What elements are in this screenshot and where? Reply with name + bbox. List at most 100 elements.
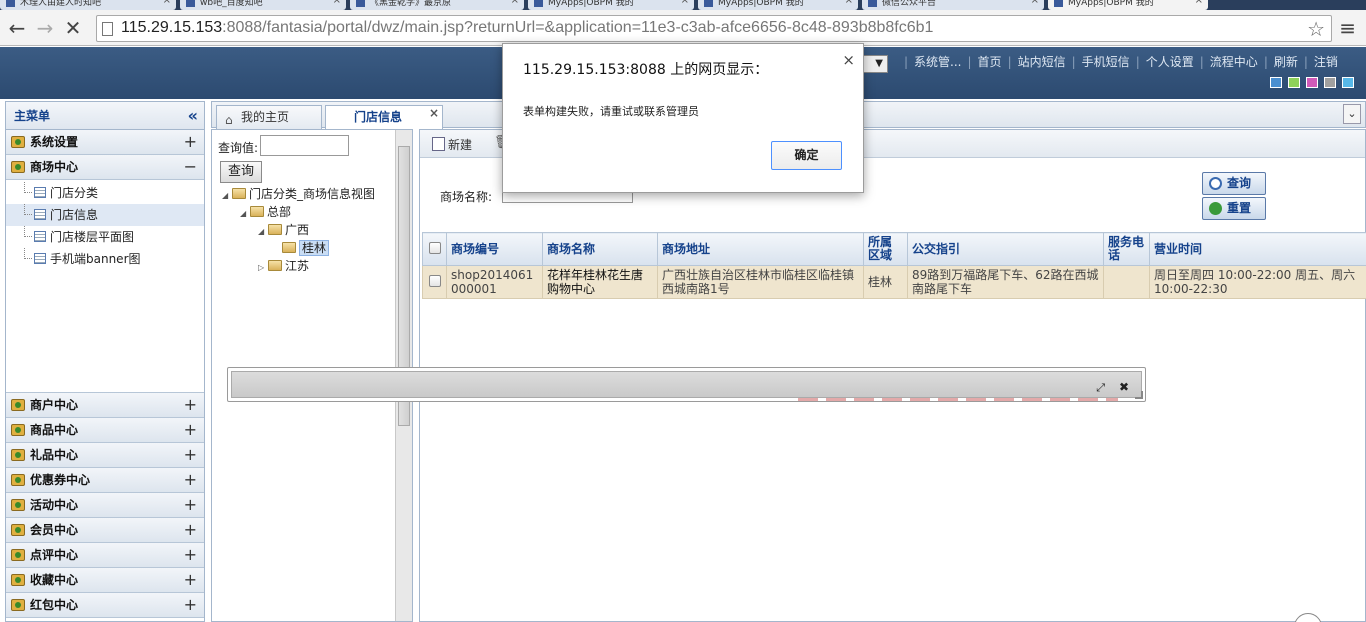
sidebar-subitem[interactable]: 手机端banner图 [6, 248, 204, 270]
stop-reload-icon[interactable]: ✕ [62, 17, 84, 39]
theme-swatch[interactable] [1270, 77, 1282, 88]
header-link[interactable]: 个人设置 [1146, 55, 1194, 69]
back-icon[interactable]: ← [6, 17, 28, 39]
sidebar-group[interactable]: 收藏中心 + [6, 568, 204, 593]
close-tab-icon[interactable]: × [1031, 0, 1039, 6]
tree-expander-icon[interactable]: ◢ [258, 223, 268, 241]
bookmark-star-icon[interactable]: ☆ [1307, 17, 1325, 41]
tab-home[interactable]: ⌂ 我的主页 [216, 105, 322, 129]
tree-expander-icon[interactable]: ◢ [240, 205, 250, 223]
address-bar[interactable]: 115.29.15.153:8088/fantasia/portal/dwz/m… [96, 15, 1332, 42]
expand-icon[interactable]: + [184, 568, 197, 592]
tree-query-input[interactable] [260, 135, 349, 156]
floating-dialog-bar[interactable]: ⤢ ✖ [227, 367, 1146, 402]
browser-tab[interactable]: 《黑金乾学》最京原 × [350, 0, 524, 10]
tab-store-info[interactable]: 门店信息 × [325, 105, 443, 129]
theme-swatch[interactable] [1342, 77, 1354, 88]
sidebar-subitem[interactable]: 门店楼层平面图 [6, 226, 204, 248]
col-header[interactable]: 商场地址 [657, 232, 864, 266]
theme-swatch[interactable] [1288, 77, 1300, 88]
tree-expander-icon[interactable]: ▷ [258, 259, 268, 277]
sidebar-subitem[interactable]: 门店信息 [6, 204, 204, 226]
tree-node-guangxi[interactable]: ◢ 广西 [258, 221, 309, 239]
maximize-icon[interactable]: ⤢ [1096, 381, 1105, 394]
dialog-titlebar[interactable]: ⤢ ✖ [231, 371, 1142, 398]
alert-ok-button[interactable]: 确定 [771, 141, 842, 170]
collapse-sidebar-icon[interactable]: « [188, 102, 198, 130]
expand-icon[interactable]: + [184, 518, 197, 542]
tree-expander-icon[interactable]: ◢ [222, 187, 232, 205]
close-icon[interactable]: ✖ [1119, 380, 1129, 394]
sidebar-group[interactable]: 点评中心 + [6, 543, 204, 568]
table-row[interactable]: shop2014061000001 花样年桂林花生唐购物中心 广西壮族自治区桂林… [422, 265, 1366, 299]
reset-button[interactable]: 重置 [1202, 197, 1266, 220]
collapse-icon[interactable]: − [184, 155, 197, 179]
header-link[interactable]: 首页 [978, 55, 1002, 69]
tree-query-button[interactable]: 查询 [220, 161, 262, 183]
theme-switcher [1264, 77, 1354, 91]
browser-menu-icon[interactable]: ≡ [1339, 18, 1356, 38]
expand-icon[interactable]: + [184, 543, 197, 567]
sidebar-group[interactable]: 红包中心 + [6, 593, 204, 618]
tree-node-root[interactable]: ◢ 门店分类_商场信息视图 [222, 185, 375, 203]
expand-icon[interactable]: + [184, 443, 197, 467]
expand-icon[interactable]: + [184, 393, 197, 417]
sidebar-group[interactable]: 礼品中心 + [6, 443, 204, 468]
close-tab-icon[interactable]: × [511, 0, 519, 6]
close-tab-icon[interactable]: × [681, 0, 689, 6]
col-header[interactable]: 商场名称 [542, 232, 658, 266]
header-link[interactable]: 注销 [1314, 55, 1338, 69]
close-tab-icon[interactable]: × [163, 0, 171, 6]
col-header[interactable]: 服务电话 [1103, 232, 1150, 266]
sidebar-group[interactable]: 系统设置 + [6, 130, 204, 155]
sidebar-group[interactable]: 商场中心 − [6, 155, 204, 180]
browser-tab[interactable]: MyApps|OBPM 我的 × [698, 0, 858, 10]
header-link[interactable]: 流程中心 [1210, 55, 1258, 69]
close-tab-icon[interactable]: × [429, 102, 439, 124]
col-header[interactable]: 商场编号 [446, 232, 543, 266]
browser-tab[interactable]: wb吧_百度知吧 × [180, 0, 346, 10]
sidebar-group[interactable]: 会员中心 + [6, 518, 204, 543]
header-link[interactable]: 站内短信 [1018, 55, 1066, 69]
sidebar-group[interactable]: 优惠券中心 + [6, 468, 204, 493]
browser-tab[interactable]: 微信公众平台 × [862, 0, 1044, 10]
expand-icon[interactable]: + [184, 593, 197, 617]
theme-swatch[interactable] [1324, 77, 1336, 88]
row-checkbox[interactable] [428, 274, 441, 287]
resize-grip-icon[interactable] [1135, 391, 1143, 399]
header-link[interactable]: 手机短信 [1082, 55, 1130, 69]
browser-tab[interactable]: 木理人由建人时知吧 × [0, 0, 176, 10]
header-link[interactable]: 刷新 [1274, 55, 1298, 69]
expand-icon[interactable]: + [184, 130, 197, 154]
browser-tab[interactable]: MyApps|OBPM 我的 × [1048, 0, 1208, 10]
theme-swatch[interactable] [1306, 77, 1318, 88]
browser-tab[interactable]: MyApps|OBPM 我的 × [528, 0, 694, 10]
tree-node-guilin[interactable]: 桂林 [282, 239, 330, 257]
col-header[interactable]: 公交指引 [907, 232, 1104, 266]
new-button[interactable]: 新建 [432, 136, 472, 153]
sidebar-group[interactable]: 商户中心 + [6, 393, 204, 418]
close-tab-icon[interactable]: × [333, 0, 341, 6]
sidebar-group[interactable]: 活动中心 + [6, 493, 204, 518]
expand-icon[interactable]: + [184, 468, 197, 492]
expand-icon[interactable]: + [184, 418, 197, 442]
close-tab-icon[interactable]: × [845, 0, 853, 6]
tab-list-dropdown-icon[interactable]: ⌄ [1343, 104, 1361, 124]
col-header[interactable]: 营业时间 [1149, 232, 1366, 266]
alert-close-icon[interactable]: × [842, 51, 855, 69]
select-all-checkbox[interactable] [428, 241, 441, 254]
col-header[interactable]: 所属区域 [863, 232, 908, 266]
tree-node-hq[interactable]: ◢ 总部 [240, 203, 291, 221]
close-tab-icon[interactable]: × [1195, 0, 1203, 6]
row-checkbox-cell[interactable] [422, 265, 447, 299]
expand-icon[interactable]: + [184, 493, 197, 517]
sidebar-subitem[interactable]: 门店分类 [6, 182, 204, 204]
header-link[interactable]: 系统管... [914, 55, 961, 69]
url-text[interactable]: 115.29.15.153:8088/fantasia/portal/dwz/m… [121, 19, 933, 37]
select-all-checkbox-cell[interactable] [422, 232, 447, 266]
tree-node-jiangsu[interactable]: ▷ 江苏 [258, 257, 309, 275]
sidebar-group[interactable]: 商品中心 + [6, 418, 204, 443]
tree-line [24, 248, 32, 259]
query-button[interactable]: 查询 [1202, 172, 1266, 195]
forward-icon[interactable]: → [34, 17, 56, 39]
